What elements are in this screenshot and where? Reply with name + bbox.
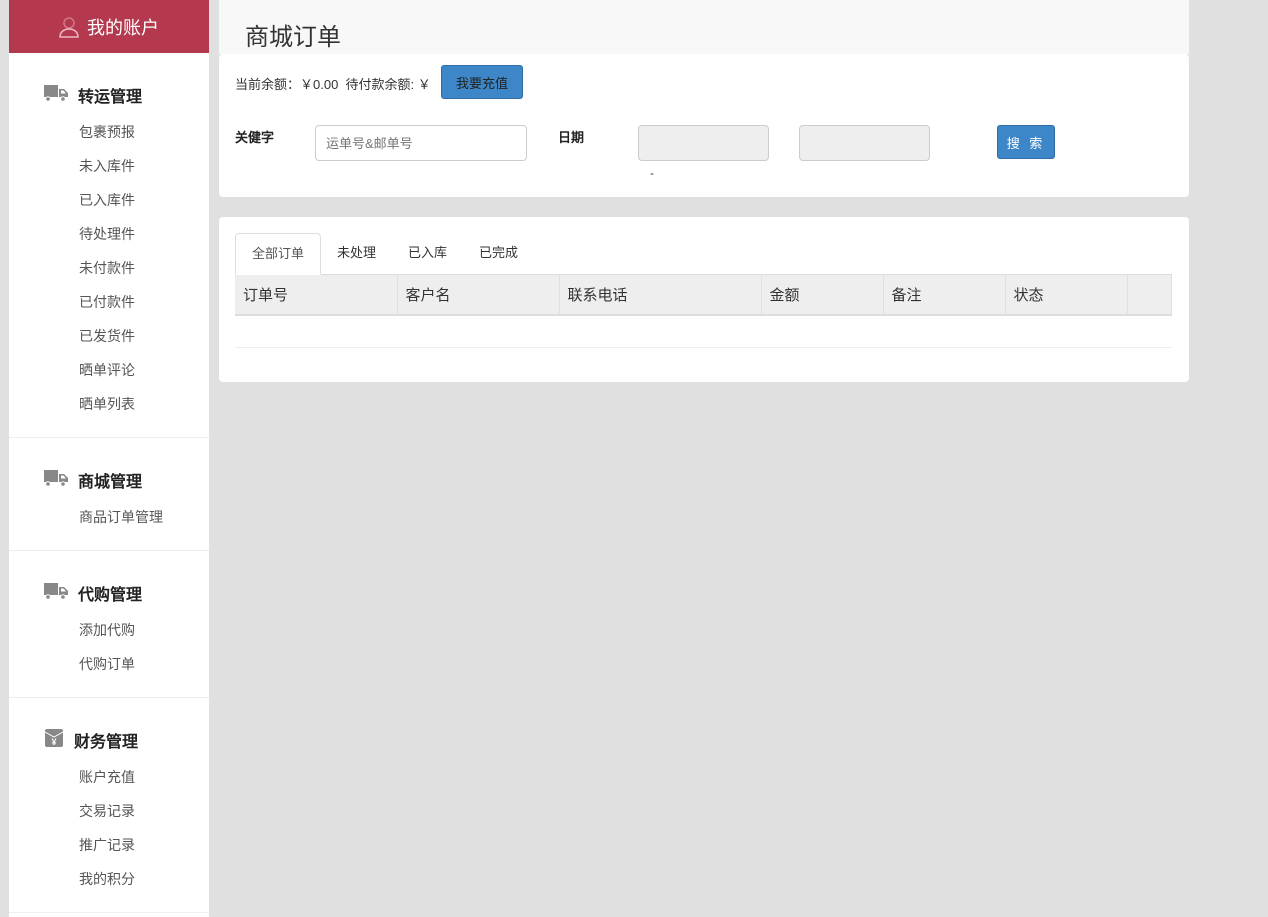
page-title: 商城订单 (245, 24, 341, 51)
sidebar-section-label: 财务管理 (74, 734, 139, 751)
user-icon (59, 16, 79, 38)
tab-all-orders[interactable]: 全部订单 (235, 233, 322, 275)
truck-icon (44, 469, 78, 492)
sidebar-section: 商城管理商品订单管理 (9, 438, 209, 551)
sidebar-item[interactable]: 晒单列表 (9, 387, 209, 421)
col-status: 状态 (1005, 275, 1128, 316)
sidebar-section-label: 商城管理 (78, 474, 143, 491)
truck-icon (44, 582, 78, 605)
page-header: 商城订单 (219, 0, 1189, 54)
orders-table: 订单号 客户名 联系电话 金额 备注 状态 (235, 275, 1172, 348)
sidebar-section-label: 转运管理 (78, 89, 143, 106)
sidebar-item[interactable]: 商品订单管理 (9, 500, 209, 534)
sidebar-item[interactable]: 代购订单 (9, 647, 209, 681)
sidebar-section: ¥ 财务管理账户充值 交易记录 推广记录 我的积分 (9, 698, 209, 913)
my-account-label: 我的账户 (87, 17, 159, 38)
balance-text: 当前余额：￥0.00 待付款余额: ￥ (235, 77, 431, 92)
sidebar-item[interactable]: 未付款件 (9, 251, 209, 285)
my-account-header[interactable]: 我的账户 (9, 0, 209, 53)
date-separator: - (650, 166, 654, 180)
col-customer: 客户名 (397, 275, 560, 316)
col-actions (1127, 275, 1172, 316)
col-order-no: 订单号 (235, 275, 398, 316)
keyword-input[interactable] (315, 125, 527, 161)
sidebar-section-title[interactable]: ¥ 财务管理 (9, 728, 209, 752)
sidebar-item[interactable]: 我的积分 (9, 862, 209, 896)
sidebar-item[interactable]: 已付款件 (9, 285, 209, 319)
filter-panel: 当前余额：￥0.00 待付款余额: ￥ 我要充值 关健字 日期 - 搜 索 (219, 54, 1189, 197)
sidebar-section-title[interactable]: 代购管理 (9, 581, 209, 605)
svg-text:¥: ¥ (51, 737, 56, 747)
start-date-input[interactable] (638, 125, 769, 161)
sidebar-item[interactable]: 已入库件 (9, 183, 209, 217)
sidebar-section-label: 代购管理 (78, 587, 143, 604)
date-label: 日期 (558, 130, 585, 145)
sidebar: 我的账户 转运管理包裹预报 未入库件 已入库件 待处理件 未付款件 已付款件 已发货件 晒单评… (9, 0, 209, 917)
sidebar-item[interactable]: 包裹预报 (9, 115, 209, 149)
sidebar-section-title[interactable]: 转运管理 (9, 83, 209, 107)
tab-completed[interactable]: 已完成 (463, 233, 534, 274)
sidebar-item[interactable]: 添加代购 (9, 613, 209, 647)
col-amount: 金额 (761, 275, 884, 316)
sidebar-section: 转运管理包裹预报 未入库件 已入库件 待处理件 未付款件 已付款件 已发货件 晒单评论 晒单列表 (9, 53, 209, 438)
sidebar-item[interactable]: 已发货件 (9, 319, 209, 353)
col-remark: 备注 (883, 275, 1006, 316)
sidebar-section: 代购管理添加代购 代购订单 (9, 551, 209, 698)
sidebar-item[interactable]: 晒单评论 (9, 353, 209, 387)
sidebar-item[interactable]: 待处理件 (9, 217, 209, 251)
sidebar-item[interactable]: 账户充值 (9, 760, 209, 794)
orders-panel: 全部订单 未处理 已入库 已完成 订单号 客户名 联系电话 金额 备注 状态 (219, 217, 1189, 382)
empty-row (235, 315, 1172, 348)
recharge-button[interactable]: 我要充值 (441, 65, 523, 99)
end-date-input[interactable] (799, 125, 930, 161)
tab-unprocessed[interactable]: 未处理 (321, 233, 392, 274)
tab-in-stock[interactable]: 已入库 (392, 233, 463, 274)
keyword-label: 关健字 (235, 130, 275, 145)
sidebar-item[interactable]: 交易记录 (9, 794, 209, 828)
sidebar-item[interactable]: 推广记录 (9, 828, 209, 862)
sidebar-section-title[interactable]: 商城管理 (9, 468, 209, 492)
order-tabs: 全部订单 未处理 已入库 已完成 (235, 233, 1172, 275)
search-button[interactable]: 搜 索 (997, 125, 1055, 159)
truck-icon (44, 84, 78, 107)
col-phone: 联系电话 (559, 275, 762, 316)
yen-wallet-icon: ¥ (44, 728, 74, 753)
sidebar-item[interactable]: 未入库件 (9, 149, 209, 183)
